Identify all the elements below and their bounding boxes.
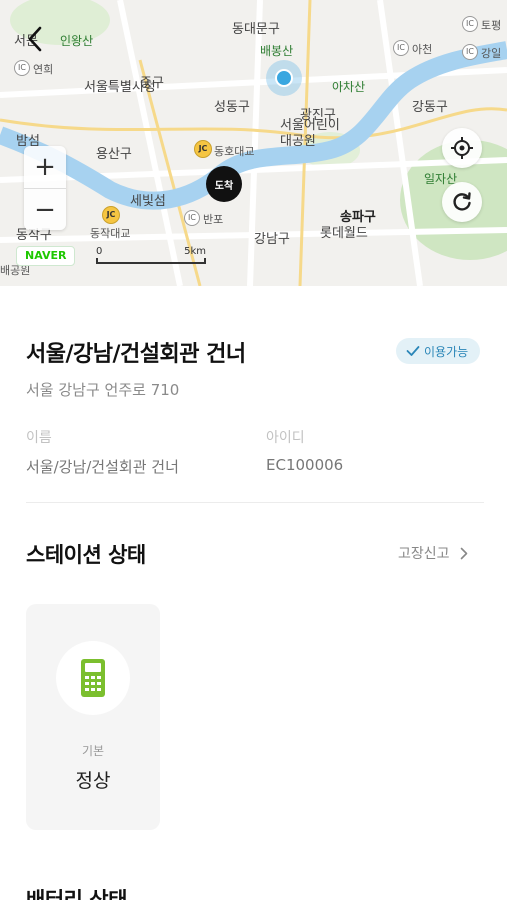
map-label: 아차산 <box>332 80 366 94</box>
status-card-value: 정상 <box>75 770 111 792</box>
back-button[interactable] <box>18 22 52 56</box>
chevron-left-icon <box>28 26 42 52</box>
name-label: 이름 <box>26 430 52 446</box>
locate-button[interactable] <box>442 128 482 168</box>
map-label: 연희 <box>33 63 54 76</box>
map-label: 동작대교 <box>90 227 131 240</box>
ic-badge: IC <box>462 16 478 32</box>
ic-badge: IC <box>184 210 200 226</box>
map-label: 배봉산 <box>260 44 294 58</box>
name-value: 서울/강남/건설회관 건너 <box>26 458 179 476</box>
station-status-card: 기본 정상 <box>26 604 160 830</box>
zoom-in-button[interactable]: + <box>24 146 66 188</box>
kiosk-icon <box>81 659 105 697</box>
refresh-icon <box>453 192 471 211</box>
map-label: 강일 <box>481 47 502 60</box>
scale-start-label: 0 <box>96 246 103 257</box>
ic-badge: IC <box>462 44 478 60</box>
report-fault-link[interactable]: 고장신고 <box>398 543 468 563</box>
status-badge-label: 이용가능 <box>424 344 469 359</box>
map-label: 토평 <box>481 19 502 32</box>
naver-logo: NAVER <box>16 246 76 266</box>
id-value: EC100006 <box>266 456 344 474</box>
check-icon <box>406 346 420 356</box>
map-label: 서울어린이 대공원 <box>280 118 340 149</box>
ic-badge: IC <box>14 60 30 76</box>
map-label: 강남구 <box>254 232 290 247</box>
arrival-marker-label: 도착 <box>214 180 234 192</box>
map-label: 용산구 <box>96 147 132 162</box>
scale-end-label: 5km <box>184 246 206 257</box>
status-icon-circle <box>56 641 130 715</box>
map-label: 동대문구 <box>232 22 280 37</box>
chevron-right-icon <box>460 547 467 559</box>
jc-badge: JC <box>194 140 212 158</box>
station-detail-panel: 서울/강남/건설회관 건너 이용가능 서울 강남구 언주로 710 이름 서울/… <box>0 286 507 900</box>
map-label: 아천 <box>412 43 433 56</box>
station-title: 서울/강남/건설회관 건너 <box>26 342 246 367</box>
refresh-button[interactable] <box>442 182 482 222</box>
report-fault-label: 고장신고 <box>398 546 450 562</box>
current-location-marker <box>266 60 302 96</box>
station-status-title: 스테이션 상태 <box>26 543 146 567</box>
map-label: 인왕산 <box>60 34 94 48</box>
zoom-out-button[interactable]: − <box>24 188 66 230</box>
jc-badge: JC <box>102 206 120 224</box>
crosshair-icon <box>451 137 473 159</box>
arrival-marker[interactable]: 도착 <box>206 166 242 202</box>
id-label: 아이디 <box>266 430 305 446</box>
battery-status-title: 배터리 상태 <box>26 888 127 900</box>
map-label: 중구 <box>140 76 164 91</box>
map-label: 반포 <box>203 213 224 226</box>
map-view[interactable]: 동대문구 서문 인왕산 배봉산 IC 연희 서울특별시청 중구 아차산 성동구 … <box>0 0 507 286</box>
status-card-label: 기본 <box>81 744 105 758</box>
ic-badge: IC <box>393 40 409 56</box>
map-label: 성동구 <box>214 100 250 115</box>
status-badge: 이용가능 <box>396 338 481 364</box>
map-label: 롯데월드 <box>320 226 368 241</box>
map-scale: 0 5km <box>96 246 206 268</box>
station-address: 서울 강남구 언주로 710 <box>26 381 180 399</box>
map-label: 세빛섬 <box>130 194 166 209</box>
divider <box>26 502 484 503</box>
zoom-controls: + − <box>24 146 66 230</box>
map-label: 강동구 <box>412 100 448 115</box>
map-label: 동호대교 <box>214 145 255 158</box>
